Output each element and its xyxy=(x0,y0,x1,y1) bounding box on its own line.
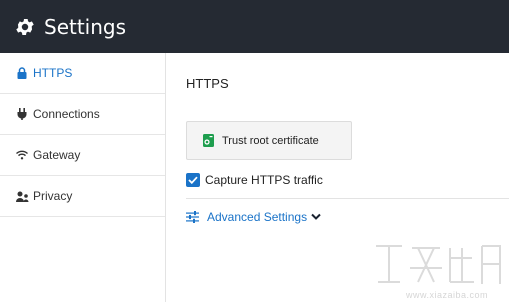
advanced-settings-toggle[interactable]: Advanced Settings xyxy=(186,210,321,224)
sidebar-item-privacy[interactable]: Privacy xyxy=(0,176,165,217)
users-icon xyxy=(15,189,29,203)
plug-icon xyxy=(15,107,29,121)
sidebar-item-gateway[interactable]: Gateway xyxy=(0,135,165,176)
advanced-settings-label: Advanced Settings xyxy=(207,210,308,224)
chevron-down-icon xyxy=(311,213,321,220)
capture-https-checkbox-row[interactable]: Capture HTTPS traffic xyxy=(186,173,323,187)
capture-https-checkbox[interactable] xyxy=(186,173,200,187)
sidebar-item-label: Gateway xyxy=(33,148,81,162)
section-title: HTTPS xyxy=(186,76,229,91)
sidebar-item-connections[interactable]: Connections xyxy=(0,94,165,135)
sidebar: HTTPS Connections Gateway Privacy xyxy=(0,53,166,302)
trust-button-label: Trust root certificate xyxy=(222,134,319,147)
checkmark-icon xyxy=(188,176,198,184)
sidebar-item-label: Connections xyxy=(33,107,100,121)
watermark-text: www.xiazaiba.com xyxy=(406,290,489,300)
trust-root-certificate-button[interactable]: Trust root certificate xyxy=(186,121,352,160)
watermark-logo xyxy=(376,245,501,284)
capture-https-label: Capture HTTPS traffic xyxy=(205,173,323,187)
gear-icon xyxy=(16,18,34,35)
window-title: Settings xyxy=(44,14,127,39)
certificate-icon xyxy=(203,134,214,147)
watermark: www.xiazaiba.com xyxy=(370,238,509,302)
sliders-icon xyxy=(186,211,199,223)
wifi-icon xyxy=(15,148,29,162)
sidebar-item-https[interactable]: HTTPS xyxy=(0,53,165,94)
title-bar: Settings xyxy=(0,0,509,53)
lock-icon xyxy=(15,66,29,80)
divider xyxy=(186,198,509,199)
sidebar-item-label: HTTPS xyxy=(33,66,73,80)
sidebar-item-label: Privacy xyxy=(33,189,73,203)
